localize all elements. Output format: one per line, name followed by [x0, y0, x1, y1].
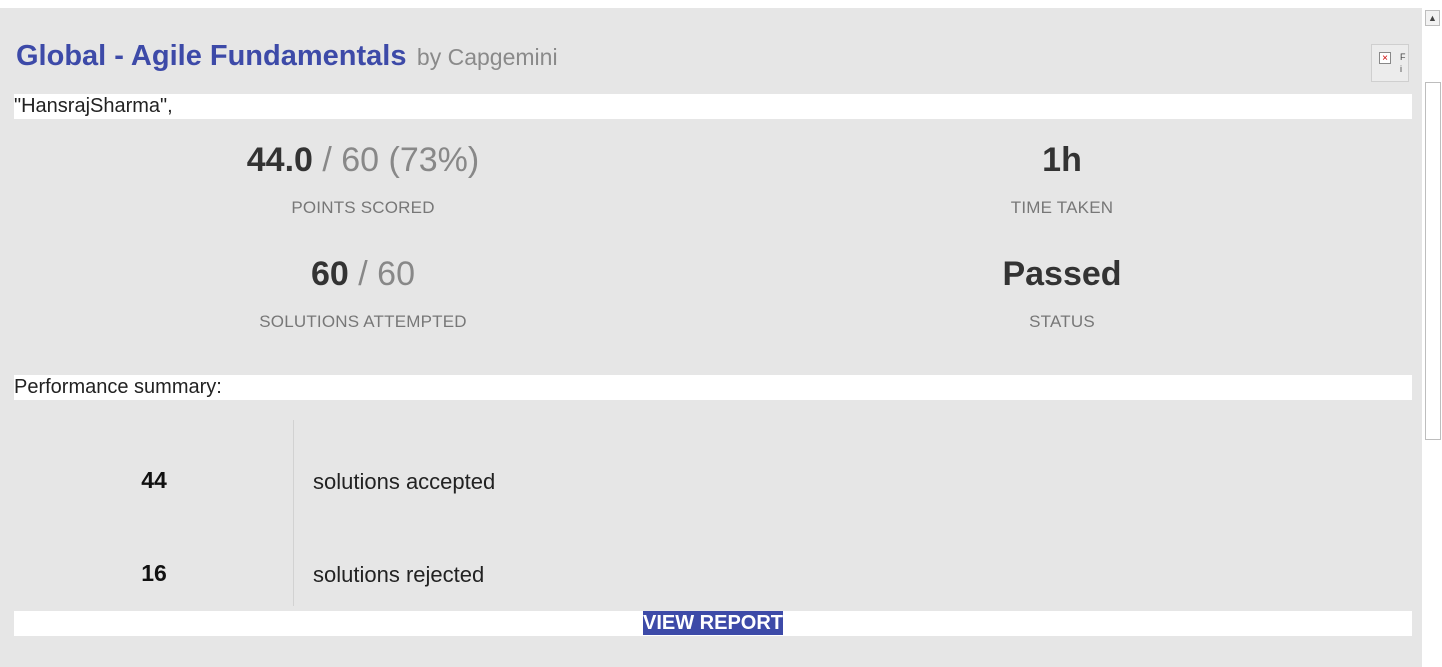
status-value: Passed: [1002, 255, 1122, 293]
performance-heading: Performance summary:: [14, 375, 1412, 400]
points-label: POINTS SCORED: [291, 198, 435, 217]
time-label: TIME TAKEN: [1010, 198, 1114, 217]
status-label: STATUS: [1029, 312, 1095, 331]
title-row: Global - Agile Fundamentals by Capgemini: [16, 40, 558, 73]
status-stat: Passed STATUS: [812, 254, 1312, 332]
points-scored-stat: 44.0 / 60 (73%) POINTS SCORED: [113, 140, 613, 218]
candidate-name: "HansrajSharma",: [14, 94, 1412, 119]
rejected-count: 16: [141, 560, 167, 586]
solutions-attempted-stat: 60 / 60 SOLUTIONS ATTEMPTED: [113, 254, 613, 332]
view-report-button[interactable]: VIEW REPORT: [643, 611, 783, 635]
accepted-count: 44: [141, 467, 167, 493]
broken-image-icon: × F i: [1371, 44, 1409, 82]
solutions-value: 60 / 60: [311, 255, 415, 293]
points-value: 44.0 / 60 (73%): [246, 141, 480, 179]
time-value: 1h: [1042, 141, 1082, 179]
time-taken-stat: 1h TIME TAKEN: [812, 140, 1312, 218]
scroll-up-icon[interactable]: ▲: [1425, 10, 1440, 26]
solutions-label: SOLUTIONS ATTEMPTED: [259, 312, 467, 331]
top-notch: [692, 0, 732, 8]
performance-divider: [293, 420, 294, 606]
byline: by Capgemini: [416, 44, 558, 70]
scroll-thumb[interactable]: [1425, 82, 1441, 440]
rejected-label: solutions rejected: [313, 562, 485, 587]
vertical-scrollbar[interactable]: ▲: [1424, 8, 1442, 667]
broken-image-x-icon: ×: [1379, 52, 1391, 64]
broken-image-alt-text: F i: [1400, 52, 1406, 74]
page-title: Global - Agile Fundamentals: [16, 40, 407, 72]
accepted-label: solutions accepted: [313, 469, 496, 494]
